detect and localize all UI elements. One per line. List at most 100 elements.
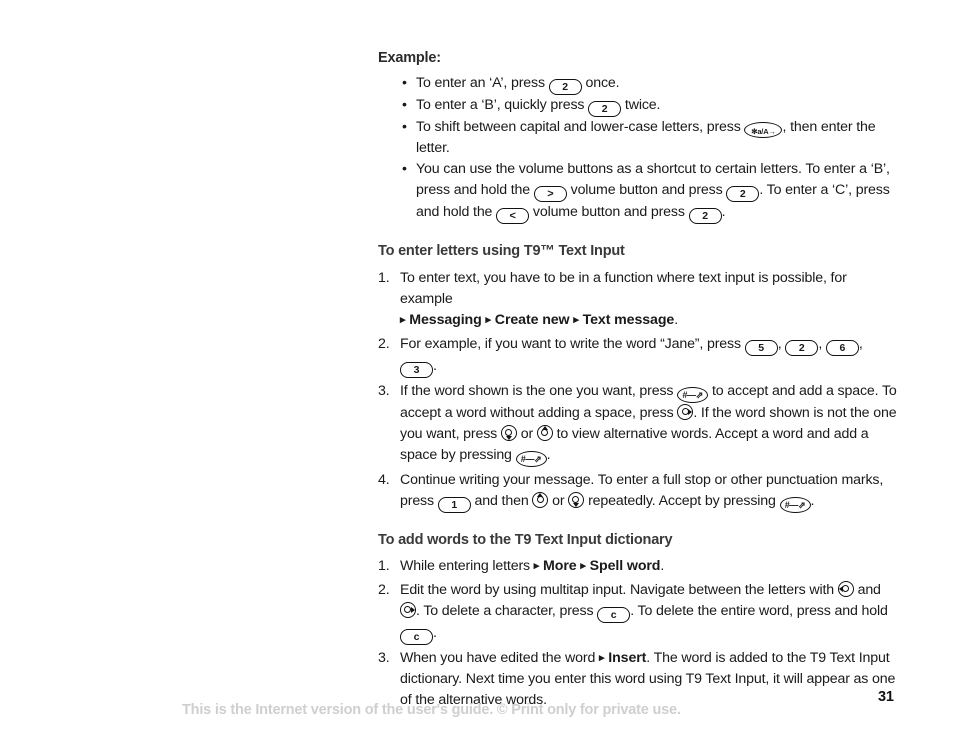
step-text-1: For example, if you want to write the wo… — [400, 335, 745, 352]
list-item: • To shift between capital and lower-case… — [378, 117, 898, 159]
menu-path: ▸ Messaging ▸ Create new ▸ Text message — [400, 312, 674, 328]
keypad-key-clear-icon: c — [597, 607, 631, 624]
step-number: 3. — [378, 650, 390, 667]
path-arrow-icon: ▸ — [485, 313, 492, 326]
bullet-text-post: once. — [581, 75, 620, 92]
step-text-2: . — [674, 311, 678, 328]
step-text-4: repeatedly. Accept by pressing — [584, 492, 780, 509]
keypad-key-2-icon: 2 — [726, 186, 760, 203]
list-item: 2. Edit the word by using multitap input.… — [378, 580, 898, 646]
keypad-key-6-icon: 6 — [825, 339, 859, 356]
step-text-4: , — [858, 335, 863, 352]
keypad-key-2-icon: 2 — [785, 339, 819, 356]
keypad-key-hash-space-icon: #—⇗ — [515, 450, 547, 467]
menu-path-part: Create new — [494, 311, 570, 328]
bullet-text-pre: To enter a ‘B’, quickly press — [416, 97, 589, 114]
step-number: 2. — [378, 582, 390, 599]
step-text-1: Edit the word by using multitap input. N… — [400, 582, 838, 599]
bullet-text-mid-1: volume button and press — [566, 182, 727, 199]
t9-steps-list: 1. To enter text, you have to be in a fun… — [378, 268, 898, 513]
step-text-6: . — [546, 446, 551, 463]
step-number: 3. — [378, 382, 390, 399]
step-text-2: and — [853, 582, 881, 599]
step-text-3: , — [818, 335, 826, 352]
menu-path: ▸ Insert — [599, 650, 646, 666]
step-text-1: When you have edited the word — [400, 650, 599, 667]
keypad-key-5-icon: 5 — [744, 339, 778, 356]
keypad-key-2-icon: 2 — [548, 79, 582, 96]
step-text-3: or — [548, 492, 569, 509]
step-text-2: , — [777, 335, 786, 352]
step-text-5: . — [433, 625, 437, 642]
bullet-icon: • — [402, 97, 407, 114]
page-content: Example: • To enter an ‘A’, press 2 once.… — [378, 50, 898, 714]
path-arrow-icon: ▸ — [598, 652, 605, 665]
navigation-key-down-icon — [568, 491, 585, 508]
step-text-4: . To delete the entire word, press and h… — [630, 603, 888, 620]
menu-path-part: More — [543, 558, 577, 575]
navigation-key-up-icon — [532, 491, 549, 508]
bullet-text-pre: To enter an ‘A’, press — [416, 75, 549, 92]
volume-up-button-icon: > — [533, 186, 567, 203]
navigation-key-left-icon — [837, 581, 854, 598]
menu-path-part: Insert — [608, 650, 647, 667]
volume-down-button-icon: < — [496, 208, 530, 225]
example-bullet-list: • To enter an ‘A’, press 2 once. • To ente… — [378, 73, 898, 225]
navigation-key-right-icon — [677, 403, 694, 420]
path-arrow-icon: ▸ — [400, 313, 406, 326]
section-heading-t9-text-input: To enter letters using T9™ Text Input — [378, 243, 625, 260]
list-item: • You can use the volume buttons as a sho… — [378, 159, 898, 225]
section-heading-add-words-dictionary: To add words to the T9 Text Input dictio… — [378, 531, 673, 548]
path-arrow-icon: ▸ — [573, 313, 579, 326]
bullet-icon: • — [402, 75, 407, 92]
step-text-4: or — [516, 425, 537, 442]
step-number: 1. — [378, 269, 390, 286]
list-item: 2. For example, if you want to write the … — [378, 334, 898, 378]
list-item: • To enter a ‘B’, quickly press 2 twice. — [378, 95, 898, 118]
document-page: Example: • To enter an ‘A’, press 2 once.… — [0, 0, 954, 735]
navigation-key-down-icon — [500, 424, 517, 441]
step-number: 2. — [378, 335, 390, 352]
step-text-5: . — [810, 492, 815, 509]
example-heading: Example: — [378, 50, 441, 66]
list-item: 1. While entering letters ▸ More ▸ Spell … — [378, 556, 898, 577]
path-arrow-icon: ▸ — [533, 560, 540, 573]
step-text-2: . — [660, 558, 665, 575]
menu-path-part: Text message — [582, 311, 675, 328]
list-item: 1. To enter text, you have to be in a fun… — [378, 268, 898, 331]
list-item: 3. If the word shown is the one you want,… — [378, 381, 898, 467]
keypad-key-2-icon: 2 — [688, 208, 722, 225]
step-text-3: . To delete a character, press — [416, 603, 598, 620]
step-text-1: To enter text, you have to be in a funct… — [400, 269, 847, 307]
bullet-text-pre: To shift between capital and lower-case … — [416, 119, 745, 136]
step-number: 4. — [378, 471, 390, 488]
step-number: 1. — [378, 558, 390, 575]
bullet-text-post: . — [721, 204, 726, 221]
bullet-text-mid-3: volume button and press — [529, 204, 689, 221]
keypad-key-3-icon: 3 — [400, 361, 433, 378]
path-arrow-icon: ▸ — [580, 560, 586, 573]
bullet-icon: • — [402, 161, 407, 178]
dictionary-steps-list: 1. While entering letters ▸ More ▸ Spell … — [378, 556, 898, 711]
bullet-text-post: twice. — [621, 97, 661, 114]
navigation-key-up-icon — [536, 424, 553, 441]
step-text-5: . — [433, 357, 437, 374]
menu-path-part: Spell word — [589, 558, 661, 575]
keypad-key-star-shift-icon: ✻a/A→ — [744, 122, 783, 139]
list-item: 4. Continue writing your message. To ente… — [378, 470, 898, 513]
footer-note: This is the Internet version of the user… — [182, 702, 681, 718]
step-text-2: and then — [470, 492, 533, 509]
navigation-key-right-icon — [400, 602, 416, 619]
bullet-icon: • — [402, 119, 407, 136]
keypad-key-2-icon: 2 — [588, 101, 622, 118]
list-item: • To enter an ‘A’, press 2 once. — [378, 73, 898, 96]
step-text-1: If the word shown is the one you want, p… — [400, 382, 678, 399]
keypad-key-1-icon: 1 — [437, 496, 471, 513]
keypad-key-hash-space-icon: #—⇗ — [779, 496, 811, 513]
step-text-1: While entering letters — [400, 558, 534, 575]
keypad-key-clear-icon: c — [400, 629, 433, 646]
page-number: 31 — [878, 689, 894, 705]
menu-path: ▸ More ▸ Spell word — [534, 558, 661, 574]
menu-path-part: Messaging — [409, 311, 482, 328]
keypad-key-hash-space-icon: #—⇗ — [677, 386, 709, 403]
